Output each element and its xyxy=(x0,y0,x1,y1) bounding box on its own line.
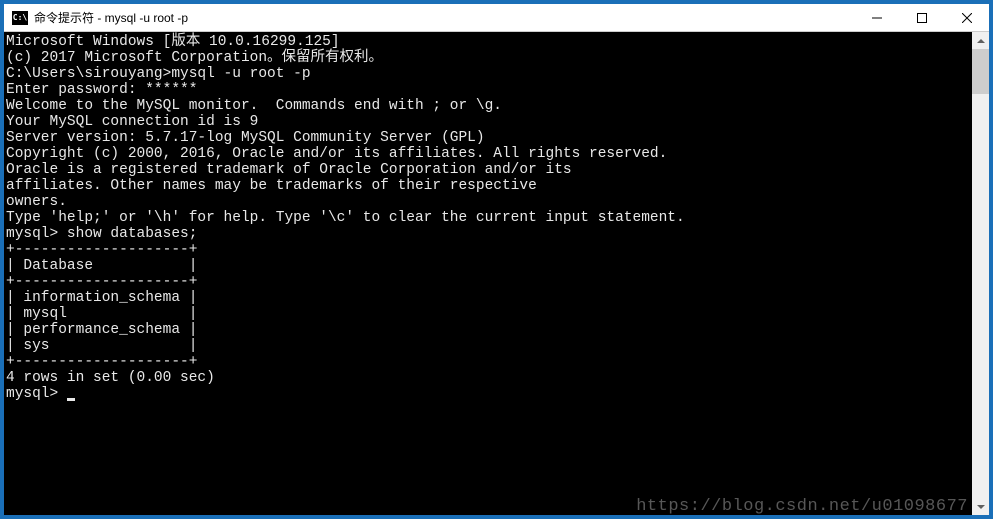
vertical-scrollbar[interactable] xyxy=(972,32,989,515)
minimize-button[interactable] xyxy=(854,4,899,31)
terminal-line: +--------------------+ xyxy=(6,242,972,258)
terminal-line: | information_schema | xyxy=(6,290,972,306)
scrollbar-thumb[interactable] xyxy=(972,49,989,94)
chevron-up-icon xyxy=(977,39,985,43)
terminal-output[interactable]: Microsoft Windows [版本 10.0.16299.125](c)… xyxy=(4,32,972,515)
terminal-prompt-line: mysql> xyxy=(6,386,972,402)
scroll-up-button[interactable] xyxy=(972,32,989,49)
terminal-line: Your MySQL connection id is 9 xyxy=(6,114,972,130)
scroll-down-button[interactable] xyxy=(972,498,989,515)
terminal-line: owners. xyxy=(6,194,972,210)
terminal-line: | mysql | xyxy=(6,306,972,322)
terminal-line: (c) 2017 Microsoft Corporation。保留所有权利。 xyxy=(6,50,972,66)
terminal-line: Type 'help;' or '\h' for help. Type '\c'… xyxy=(6,210,972,226)
terminal-line: +--------------------+ xyxy=(6,274,972,290)
terminal-line: Welcome to the MySQL monitor. Commands e… xyxy=(6,98,972,114)
maximize-button[interactable] xyxy=(899,4,944,31)
terminal-line: 4 rows in set (0.00 sec) xyxy=(6,370,972,386)
terminal-line: Oracle is a registered trademark of Orac… xyxy=(6,162,972,178)
window-title: 命令提示符 - mysql -u root -p xyxy=(34,9,854,26)
terminal-line: Enter password: ****** xyxy=(6,82,972,98)
terminal-line: Microsoft Windows [版本 10.0.16299.125] xyxy=(6,34,972,50)
terminal-line: affiliates. Other names may be trademark… xyxy=(6,178,972,194)
window-controls xyxy=(854,4,989,31)
titlebar[interactable]: C:\ 命令提示符 - mysql -u root -p xyxy=(4,4,989,32)
terminal-line: | sys | xyxy=(6,338,972,354)
terminal-area: Microsoft Windows [版本 10.0.16299.125](c)… xyxy=(4,32,989,515)
chevron-down-icon xyxy=(977,505,985,509)
close-button[interactable] xyxy=(944,4,989,31)
terminal-line: Copyright (c) 2000, 2016, Oracle and/or … xyxy=(6,146,972,162)
terminal-line: | performance_schema | xyxy=(6,322,972,338)
terminal-line: Server version: 5.7.17-log MySQL Communi… xyxy=(6,130,972,146)
command-prompt-window: C:\ 命令提示符 - mysql -u root -p Microsoft W… xyxy=(4,4,989,515)
terminal-line: +--------------------+ xyxy=(6,354,972,370)
watermark-text: https://blog.csdn.net/u01098677 xyxy=(636,499,968,515)
cmd-icon: C:\ xyxy=(12,11,28,25)
terminal-line: C:\Users\sirouyang>mysql -u root -p xyxy=(6,66,972,82)
terminal-prompt: mysql> xyxy=(6,386,67,402)
cursor xyxy=(67,398,75,401)
terminal-line: mysql> show databases; xyxy=(6,226,972,242)
terminal-line: | Database | xyxy=(6,258,972,274)
